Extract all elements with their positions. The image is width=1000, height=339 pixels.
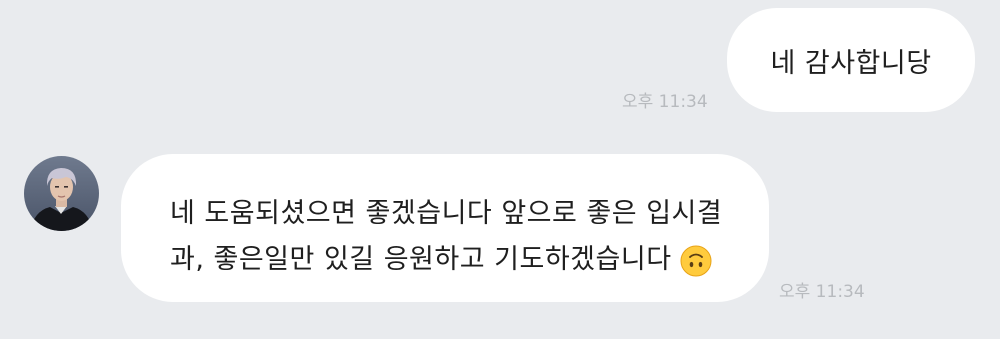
- outgoing-message-text: 네 감사합니당: [770, 47, 932, 79]
- incoming-message-line-2: 과, 좋은일만 있길 응원하고 기도하겠습니다: [170, 237, 769, 283]
- incoming-message-line-2-text: 과, 좋은일만 있길 응원하고 기도하겠습니다: [170, 244, 672, 275]
- sender-avatar[interactable]: [24, 156, 99, 231]
- incoming-message-bubble[interactable]: 네 도움되셨으면 좋겠습니다 앞으로 좋은 입시결 과, 좋은일만 있길 응원하…: [121, 154, 769, 302]
- upside-down-face-icon: [680, 245, 712, 276]
- incoming-message-line-1: 네 도움되셨으면 좋겠습니다 앞으로 좋은 입시결: [170, 198, 723, 229]
- outgoing-message-bubble[interactable]: 네 감사합니당: [727, 8, 975, 112]
- incoming-message-timestamp: 오후 11:34: [779, 282, 865, 302]
- outgoing-message-timestamp: 오후 11:34: [622, 92, 708, 112]
- avatar-image: [24, 156, 99, 231]
